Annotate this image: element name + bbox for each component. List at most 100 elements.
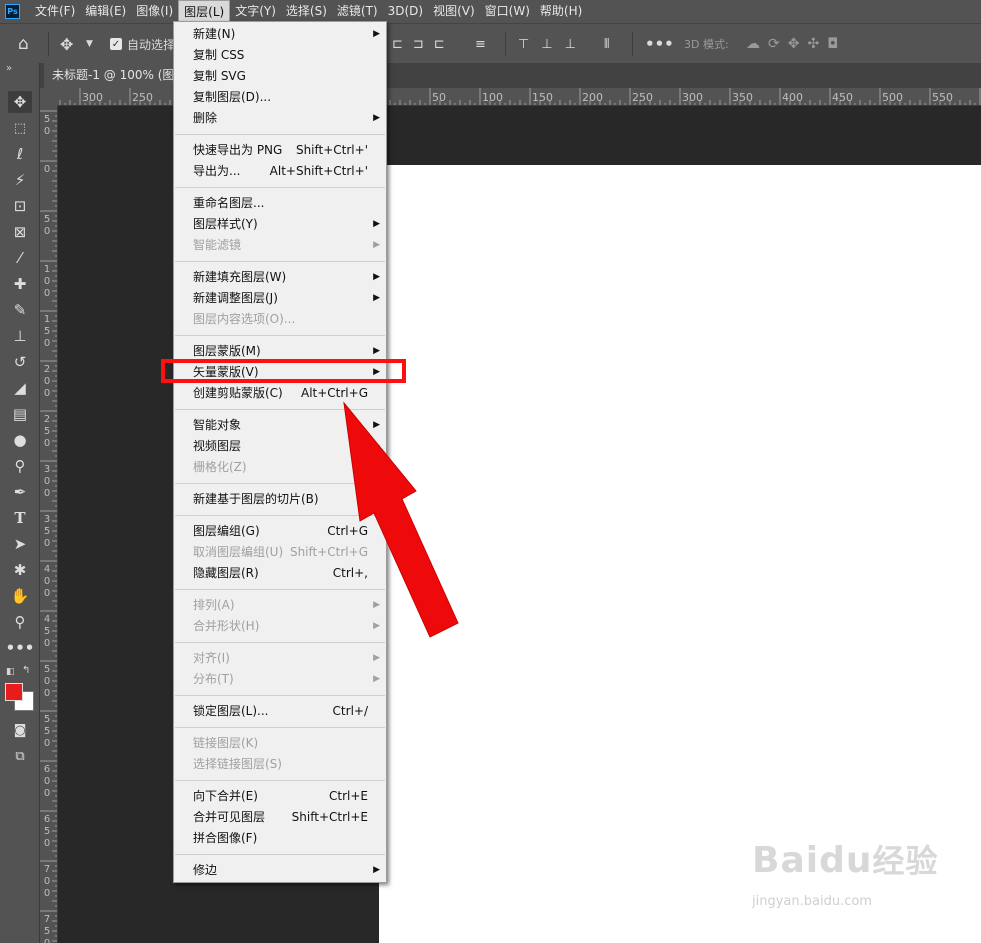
magic-wand-tool-icon[interactable]: ⚡ — [8, 169, 32, 191]
layer-menu-item[interactable]: 快速导出为 PNG Shift+Ctrl+' — [174, 140, 386, 161]
swap-colors-icon[interactable]: ↰ — [22, 665, 30, 676]
home-icon[interactable]: ⌂ — [18, 24, 29, 64]
foreground-color-swatch[interactable] — [5, 683, 23, 701]
pen-tool-icon[interactable]: ✒ — [8, 481, 32, 503]
ruler-label: 450 — [832, 91, 853, 104]
menu-item-label: 新建(N) — [193, 27, 236, 41]
align-icons[interactable]: ⊏⊐⊏ — [392, 24, 455, 64]
menu-item[interactable]: 文件(F) — [30, 0, 80, 23]
layer-menu-item[interactable]: 锁定图层(L)... Ctrl+/ — [174, 701, 386, 722]
auto-select-checkbox[interactable]: ✓ 自动选择 — [110, 24, 175, 64]
crop-tool-icon[interactable]: ⊡ — [8, 195, 32, 217]
layer-menu-item[interactable]: 合并可见图层 Shift+Ctrl+E — [174, 807, 386, 828]
3d-mode-icons[interactable]: ☁⟳✥✣◘ — [746, 24, 846, 64]
screen-mode-icon[interactable]: ⧉ — [8, 745, 32, 767]
layer-menu-item[interactable]: 向下合并(E) Ctrl+E — [174, 786, 386, 807]
dodge-tool-icon[interactable]: ⚲ — [8, 455, 32, 477]
brush-tool-icon[interactable]: ✎ — [8, 299, 32, 321]
submenu-arrow-icon: ▶ — [373, 29, 380, 39]
document-tab[interactable]: 未标题-1 @ 100% (图层 — [44, 63, 195, 88]
menu-item[interactable]: 编辑(E) — [80, 0, 131, 23]
menu-item[interactable]: 文字(Y) — [230, 0, 281, 23]
custom-shape-tool-icon[interactable]: ✱ — [8, 559, 32, 581]
watermark-logo-cn: 经验 — [872, 842, 939, 880]
menu-item[interactable]: 视图(V) — [428, 0, 480, 23]
menu-divider — [175, 727, 385, 728]
ruler-label: 50 — [43, 214, 51, 237]
menu-item-label: 新建填充图层(W) — [193, 270, 287, 284]
stamp-tool-icon[interactable]: ⊥ — [8, 325, 32, 347]
submenu-arrow-icon: ▶ — [373, 674, 380, 684]
ruler-label: 150 — [532, 91, 553, 104]
default-colors-icon[interactable]: ◧ — [6, 667, 15, 677]
eraser-tool-icon[interactable]: ◢ — [8, 377, 32, 399]
menu-item-label: 对齐(I) — [193, 651, 230, 665]
layer-menu-item[interactable]: 复制 SVG — [174, 66, 386, 87]
gradient-tool-icon[interactable]: ▤ — [8, 403, 32, 425]
menu-item-shortcut: Ctrl+E — [329, 789, 368, 803]
ruler-left: 50 0 50 100 150 200 250 300 350 400 450 500 550 600 65… — [40, 106, 58, 943]
layer-menu-item[interactable]: 导出为... Alt+Shift+Ctrl+' — [174, 161, 386, 182]
more-options-icon[interactable]: ••• — [645, 24, 674, 64]
photoshop-logo: Ps — [5, 4, 20, 19]
ruler-label: 500 — [43, 664, 51, 699]
layer-menu-item[interactable]: 新建填充图层(W) ▶ — [174, 267, 386, 288]
chevron-down-icon[interactable]: ▼ — [86, 24, 93, 64]
ruler-label: 550 — [43, 714, 51, 749]
annotation-arrow-icon — [343, 401, 459, 638]
layer-menu-item[interactable]: 删除 ▶ — [174, 108, 386, 129]
quick-mask-icon[interactable]: ◙ — [8, 719, 32, 741]
layer-menu-item[interactable]: 复制图层(D)... — [174, 87, 386, 108]
frame-tool-icon[interactable]: ⊠ — [8, 221, 32, 243]
menu-item[interactable]: 图像(I) — [131, 0, 178, 23]
layer-menu-item: 图层内容选项(O)... — [174, 309, 386, 330]
layer-menu-item[interactable]: 图层样式(Y) ▶ — [174, 214, 386, 235]
layer-menu-item: 对齐(I) ▶ — [174, 648, 386, 669]
lasso-tool-icon[interactable]: ℓ — [8, 143, 32, 165]
submenu-arrow-icon: ▶ — [373, 865, 380, 875]
layer-menu-item[interactable]: 重命名图层... — [174, 193, 386, 214]
layer-menu-item[interactable]: 修边 ▶ — [174, 860, 386, 881]
menu-item[interactable]: 图层(L) — [178, 0, 231, 23]
menu-divider — [175, 780, 385, 781]
eyedropper-tool-icon[interactable]: ⁄ — [8, 247, 32, 269]
menu-item[interactable]: 选择(S) — [281, 0, 332, 23]
move-tool-icon[interactable]: ✥ — [60, 24, 73, 64]
layer-menu-item[interactable]: 复制 CSS — [174, 45, 386, 66]
distribute-vertical-icon[interactable]: ⫴ — [604, 24, 609, 64]
zoom-tool-icon[interactable]: ⚲ — [8, 611, 32, 633]
menu-divider — [175, 187, 385, 188]
ruler-label: 200 — [43, 364, 51, 399]
history-brush-tool-icon[interactable]: ↺ — [8, 351, 32, 373]
healing-brush-tool-icon[interactable]: ✚ — [8, 273, 32, 295]
marquee-tool-icon[interactable]: ⬚ — [8, 117, 32, 139]
menu-item-label: 拼合图像(F) — [193, 831, 258, 845]
collapse-panel-icon[interactable]: » — [6, 63, 12, 74]
layer-menu-item[interactable]: 拼合图像(F) — [174, 828, 386, 849]
move-tool-icon[interactable]: ✥ — [8, 91, 32, 113]
edit-toolbar-icon[interactable]: ••• — [6, 637, 35, 659]
distribute-icon[interactable]: ≡ — [475, 24, 486, 64]
path-selection-tool-icon[interactable]: ➤ — [8, 533, 32, 555]
layer-menu-item: 选择链接图层(S) — [174, 754, 386, 775]
blur-tool-icon[interactable]: ● — [8, 429, 32, 451]
menu-item-label: 创建剪贴蒙版(C) — [193, 386, 283, 400]
menu-item-label: 锁定图层(L)... — [193, 704, 269, 718]
menu-item[interactable]: 3D(D) — [383, 0, 428, 23]
submenu-arrow-icon: ▶ — [373, 293, 380, 303]
ruler-label: 150 — [43, 314, 51, 349]
menu-item-label: 栅格化(Z) — [193, 460, 247, 474]
layer-menu-item: 链接图层(K) — [174, 733, 386, 754]
layer-menu-item[interactable]: 新建调整图层(J) ▶ — [174, 288, 386, 309]
ruler-label: 0 — [43, 164, 51, 175]
menu-item[interactable]: 窗口(W) — [480, 0, 535, 23]
menu-item[interactable]: 滤镜(T) — [332, 0, 383, 23]
hand-tool-icon[interactable]: ✋ — [8, 585, 32, 607]
layer-menu-item[interactable]: 新建(N) ▶ — [174, 24, 386, 45]
type-tool-icon[interactable]: T — [8, 507, 32, 529]
menu-item[interactable]: 帮助(H) — [535, 0, 587, 23]
align-vertical-icons[interactable]: ⊤⊥⊥ — [518, 24, 588, 64]
submenu-arrow-icon: ▶ — [373, 272, 380, 282]
menu-divider — [175, 854, 385, 855]
menu-item-label: 复制 SVG — [193, 69, 246, 83]
